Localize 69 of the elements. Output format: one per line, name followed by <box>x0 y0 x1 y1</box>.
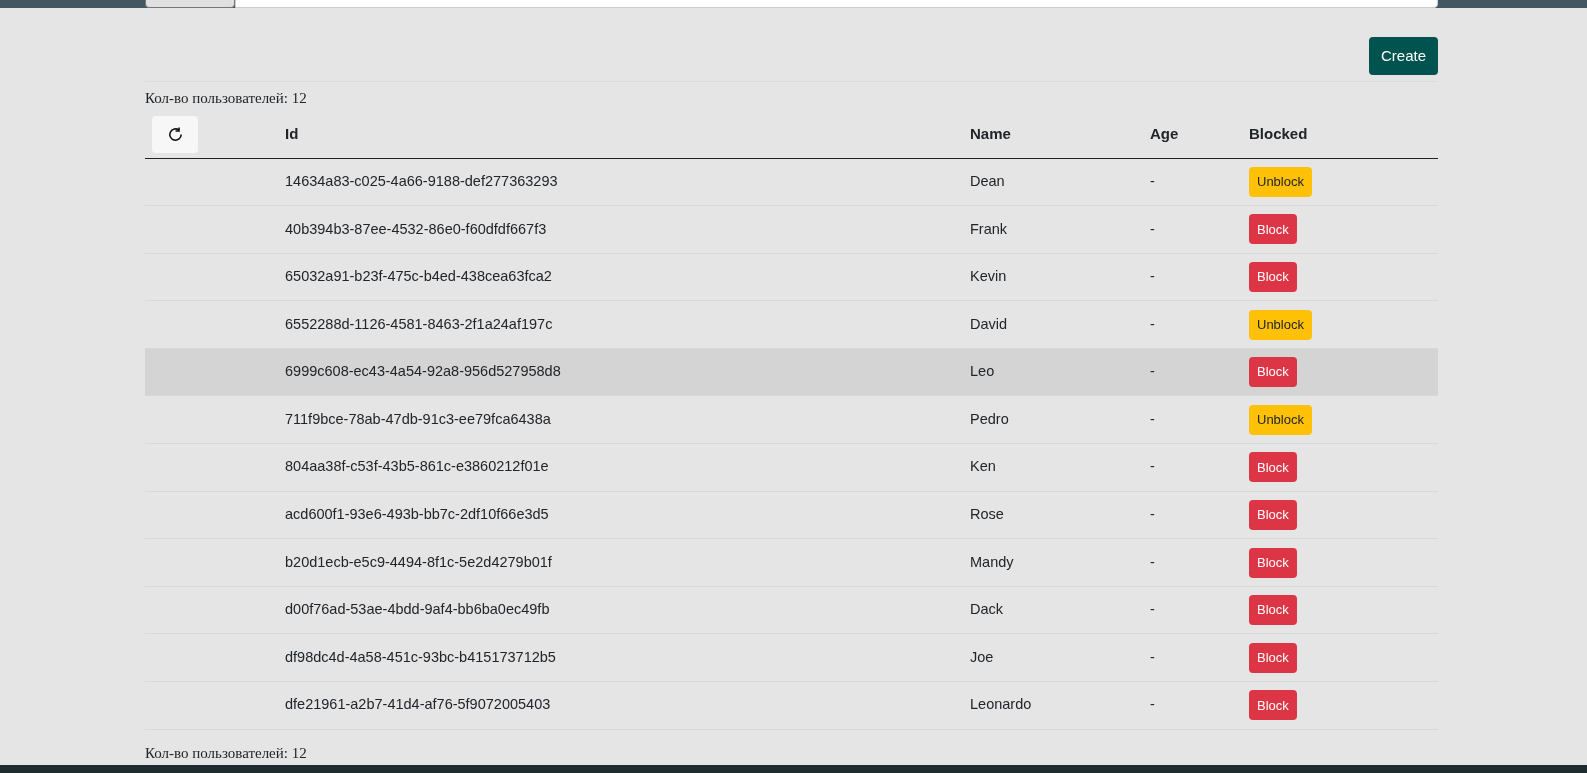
unblock-button[interactable]: Unblock <box>1249 309 1312 340</box>
table-row[interactable]: 6999c608-ec43-4a54-92a8-956d527958d8 Leo - Block <box>145 348 1438 397</box>
table-row[interactable]: 40b394b3-87ee-4532-86e0-f60dfdf667f3 Frank - Block <box>145 206 1438 254</box>
name-cell: Leonardo <box>970 696 1032 713</box>
age-cell: - <box>1150 601 1155 618</box>
name-cell: Mandy <box>970 553 1014 570</box>
name-cell: Pedro <box>970 410 1009 427</box>
block-button[interactable]: Block <box>1249 214 1297 245</box>
id-cell: dfe21961-a2b7-41d4-af76-5f9072005403 <box>285 696 551 713</box>
block-button[interactable]: Block <box>1249 642 1297 673</box>
id-cell: 14634a83-c025-4a66-9188-def277363293 <box>285 172 558 189</box>
age-cell: - <box>1150 696 1155 713</box>
name-cell: Frank <box>970 220 1008 237</box>
age-cell: - <box>1150 268 1155 285</box>
table-row[interactable]: df98dc4d-4a58-451c-93bc-b415173712b5 Joe - Block <box>145 634 1438 683</box>
column-header: Id <box>285 123 300 144</box>
table-row[interactable]: dfe21961-a2b7-41d4-af76-5f9072005403 Leonardo - Block <box>145 682 1438 730</box>
name-cell: Joe <box>970 648 994 665</box>
block-button[interactable]: Block <box>1249 690 1297 721</box>
id-cell: 40b394b3-87ee-4532-86e0-f60dfdf667f3 <box>285 220 547 237</box>
block-button[interactable]: Block <box>1249 595 1297 626</box>
user-count: Кол-во пользователей: 12 <box>145 89 308 108</box>
age-cell: - <box>1150 458 1155 475</box>
age-cell: - <box>1150 172 1155 189</box>
id-cell: 804aa38f-c53f-43b5-861c-e3860212f01e <box>285 458 549 475</box>
name-cell: Leo <box>970 363 995 380</box>
age-cell: - <box>1150 553 1155 570</box>
column-header: Blocked <box>1249 123 1308 144</box>
age-cell: - <box>1150 220 1155 237</box>
refresh-icon <box>166 125 184 143</box>
table-row[interactable]: b20d1ecb-e5c9-4494-8f1c-5e2d4279b01f Mandy - Block <box>145 539 1438 587</box>
table-row[interactable]: 6552288d-1126-4581-8463-2f1a24af197c David - Unblock <box>145 301 1438 349</box>
age-cell: - <box>1150 315 1155 332</box>
age-cell: - <box>1150 410 1155 427</box>
name-cell: Dack <box>970 601 1004 618</box>
id-cell: 6999c608-ec43-4a54-92a8-956d527958d8 <box>285 363 561 380</box>
id-cell: b20d1ecb-e5c9-4494-8f1c-5e2d4279b01f <box>285 553 552 570</box>
name-cell: Dean <box>970 172 1005 189</box>
table-row[interactable]: 14634a83-c025-4a66-9188-def277363293 Dean - Unblock <box>145 158 1438 207</box>
refresh-button[interactable] <box>152 115 198 153</box>
block-button[interactable]: Block <box>1249 262 1297 292</box>
name-cell: Rose <box>970 506 1004 523</box>
table-row[interactable]: acd600f1-93e6-493b-bb7c-2df10f66e3d5 Rose - Block <box>145 491 1438 540</box>
unblock-button[interactable]: Unblock <box>1249 404 1312 435</box>
name-cell: David <box>970 315 1008 332</box>
age-cell: - <box>1150 648 1155 665</box>
id-cell: d00f76ad-53ae-4bdd-9af4-bb6ba0ec49fb <box>285 601 550 618</box>
table-row[interactable]: 65032a91-b23f-475c-b4ed-438cea63fca2 Kevin - Block <box>145 253 1438 302</box>
id-cell: 65032a91-b23f-475c-b4ed-438cea63fca2 <box>285 268 552 285</box>
column-header: Age <box>1150 123 1180 144</box>
age-cell: - <box>1150 363 1155 380</box>
age-cell: - <box>1150 506 1155 523</box>
id-cell: 711f9bce-78ab-47db-91c3-ee79fca6438a <box>285 410 551 427</box>
user-count: Кол-во пользователей: 12 <box>145 743 308 763</box>
id-cell: acd600f1-93e6-493b-bb7c-2df10f66e3d5 <box>285 506 549 523</box>
id-cell: 6552288d-1126-4581-8463-2f1a24af197c <box>285 315 553 332</box>
block-button[interactable]: Block <box>1249 452 1297 483</box>
unblock-button[interactable]: Unblock <box>1249 166 1312 197</box>
table-row[interactable]: 804aa38f-c53f-43b5-861c-e3860212f01e Ken - Block <box>145 444 1438 492</box>
create-button[interactable]: Create <box>1368 37 1438 75</box>
table-row[interactable]: d00f76ad-53ae-4bdd-9af4-bb6ba0ec49fb Dack - Block <box>145 586 1438 635</box>
column-header: Name <box>970 123 1012 144</box>
block-button[interactable]: Block <box>1249 547 1297 578</box>
id-cell: df98dc4d-4a58-451c-93bc-b415173712b5 <box>285 648 556 665</box>
block-button[interactable]: Block <box>1249 357 1297 388</box>
table-row[interactable]: 711f9bce-78ab-47db-91c3-ee79fca6438a Pedro - Unblock <box>145 396 1438 445</box>
block-button[interactable]: Block <box>1249 499 1297 530</box>
name-cell: Kevin <box>970 268 1007 285</box>
name-cell: Ken <box>970 458 996 475</box>
